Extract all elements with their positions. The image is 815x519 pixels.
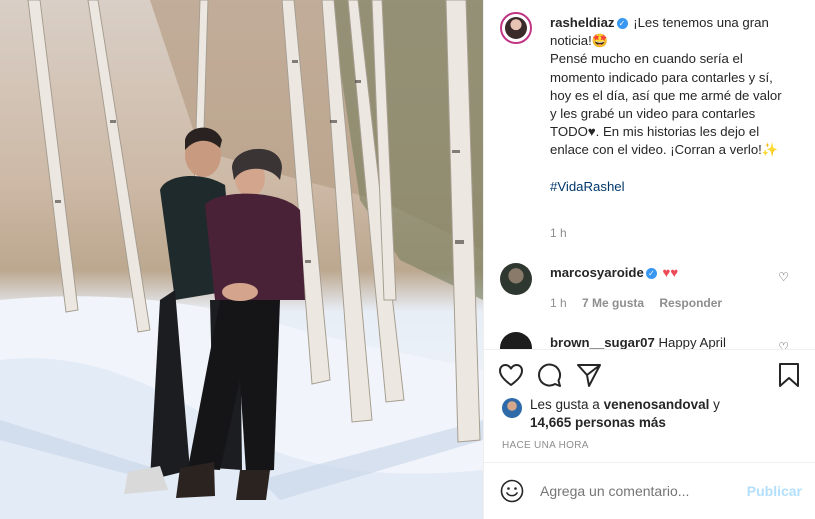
comment-bubble-icon[interactable] [536, 362, 562, 388]
comment-reply-button[interactable]: Responder [659, 296, 722, 310]
comment-text: Happy April [658, 335, 726, 349]
caption-time: 1 h [550, 226, 567, 240]
comment-meta: 1 h 7 Me gusta Responder [550, 296, 722, 310]
smiley-icon[interactable] [500, 479, 524, 503]
comment-likes[interactable]: 7 Me gusta [582, 296, 644, 310]
comment-heart-icon[interactable]: ♡ [778, 340, 789, 349]
likes-count[interactable]: 14,665 personas más [530, 415, 666, 430]
post-side-panel: rasheldiaz ✓ ¡Les tenemos una gran notici… [483, 0, 815, 519]
comment-text: ♥♥ [662, 265, 679, 280]
post-photo[interactable] [0, 0, 483, 519]
likes-text: Les gusta a venenosandoval y 14,665 pers… [530, 396, 800, 432]
likes-prefix: Les gusta a [530, 397, 600, 412]
comment-box: Publicar [484, 463, 815, 519]
comment-avatar[interactable] [500, 263, 532, 295]
comment-heart-icon[interactable]: ♡ [778, 270, 789, 284]
hashtag-link[interactable]: #VidaRashel [550, 179, 625, 194]
post-timestamp[interactable]: HACE UNA HORA [502, 440, 589, 451]
caption-and-comments[interactable]: rasheldiaz ✓ ¡Les tenemos una gran notici… [484, 0, 815, 349]
caption-time-text: 1 h [550, 226, 567, 240]
liker-avatar[interactable] [502, 398, 522, 418]
comment-username[interactable]: marcosyaroide [550, 265, 644, 280]
bookmark-icon[interactable] [776, 362, 802, 388]
photo-illustration [0, 0, 483, 519]
comment-item: brown__sugar07 Happy April [550, 334, 786, 349]
liker-username[interactable]: venenosandoval [604, 397, 710, 412]
heart-icon[interactable] [498, 362, 524, 388]
comment-item: marcosyaroide ✓ ♥♥ [550, 264, 786, 282]
comment-username[interactable]: brown__sugar07 [550, 335, 655, 349]
verified-badge-icon: ✓ [616, 18, 628, 29]
comment-time: 1 h [550, 296, 567, 310]
paper-plane-icon[interactable] [576, 362, 602, 388]
instagram-post: rasheldiaz ✓ ¡Les tenemos una gran notici… [0, 0, 815, 519]
caption: rasheldiaz ✓ ¡Les tenemos una gran notici… [550, 14, 786, 196]
caption-body: Pensé mucho en cuando sería el momento i… [550, 51, 782, 158]
divider [484, 349, 815, 350]
publish-button[interactable]: Publicar [747, 483, 802, 499]
action-bar [498, 362, 804, 388]
author-avatar[interactable] [500, 12, 532, 44]
verified-badge-icon: ✓ [645, 268, 657, 279]
author-username[interactable]: rasheldiaz [550, 15, 615, 30]
likes-conj: y [713, 397, 720, 412]
comment-avatar[interactable] [500, 332, 532, 349]
comment-input[interactable] [540, 483, 740, 499]
